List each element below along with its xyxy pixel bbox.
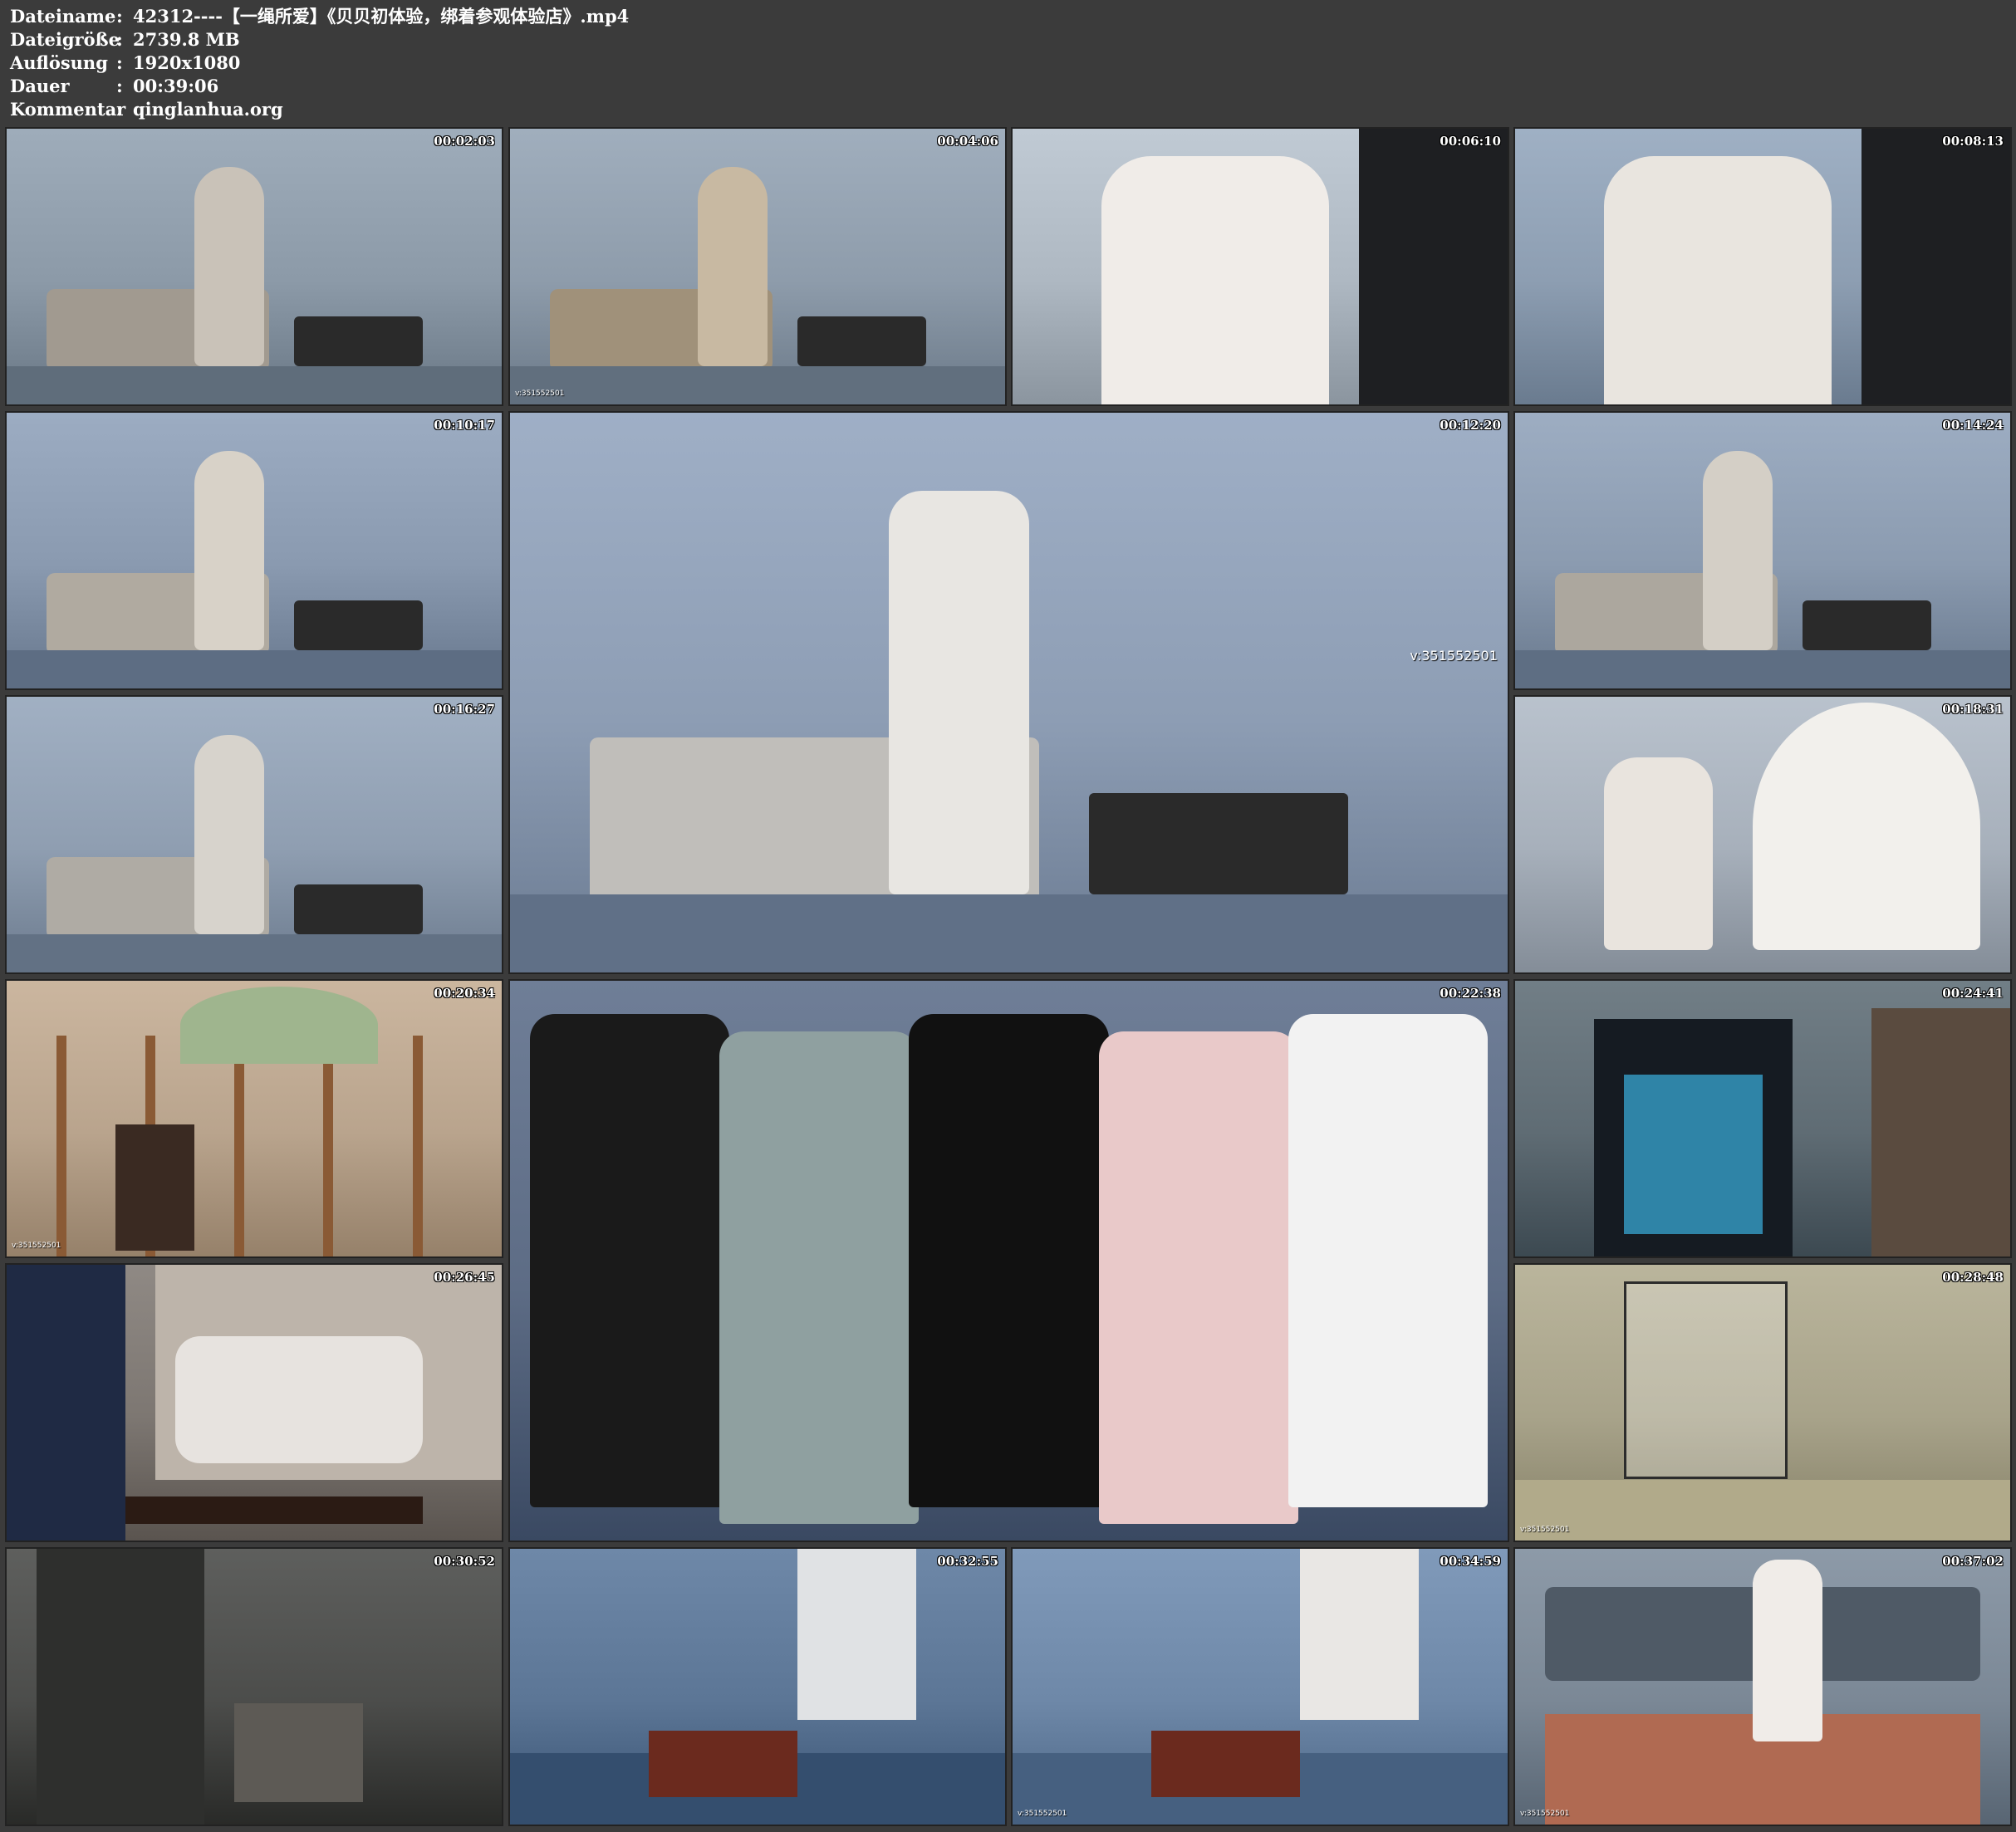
video-thumbnail[interactable]: 00:22:38	[508, 979, 1509, 1542]
table-shape	[797, 316, 926, 366]
person-shape	[1753, 1560, 1822, 1742]
screen-bar	[56, 1036, 66, 1256]
person-shape	[698, 167, 768, 366]
video-thumbnail[interactable]: 00:06:10	[1011, 127, 1509, 406]
screen-bar	[234, 1036, 245, 1256]
thumbnail-timestamp: 00:30:52	[434, 1554, 495, 1569]
thumbnail-timestamp: 00:28:48	[1942, 1270, 2004, 1285]
floor-shape	[510, 894, 1508, 972]
garment-shape	[1288, 1014, 1488, 1507]
thumbnail-timestamp: 00:22:38	[1440, 986, 1501, 1001]
window-shape	[1299, 1549, 1419, 1720]
thumbnail-timestamp: 00:34:59	[1440, 1554, 1501, 1569]
person-shape	[194, 735, 264, 934]
thumbnail-timestamp: 00:14:24	[1942, 418, 2004, 433]
screen-bar	[323, 1036, 334, 1256]
body-shape	[1604, 156, 1832, 404]
dark-figure-shape	[1861, 129, 2010, 404]
door-shape	[36, 1549, 205, 1825]
video-thumbnail[interactable]: 00:12:20 v:351552501	[508, 411, 1509, 974]
furniture-shape	[1150, 1731, 1300, 1797]
thumbnail-watermark: v:351552501	[515, 389, 565, 398]
person-shape	[194, 451, 264, 650]
screen-glow	[1624, 1074, 1763, 1235]
video-thumbnail[interactable]: 00:18:31	[1513, 695, 2012, 974]
floor-shape	[510, 365, 1005, 404]
thumbnail-timestamp: 00:18:31	[1942, 702, 2004, 717]
thumbnail-watermark: v:351552501	[1520, 1810, 1570, 1818]
garment-shape	[530, 1014, 730, 1507]
thumbnail-watermark: v:351552501	[1520, 1526, 1570, 1534]
floor-shape	[7, 649, 502, 688]
thumbnail-watermark: v:351552501	[1018, 1810, 1067, 1818]
table-shape	[1802, 600, 1931, 650]
table-shape	[1088, 793, 1348, 894]
floor-shape	[1515, 1479, 2010, 1541]
video-thumbnail[interactable]: 00:04:06 v:351552501	[508, 127, 1007, 406]
thumbnail-timestamp: 00:06:10	[1440, 134, 1501, 149]
bench-shape	[125, 1496, 423, 1525]
thumbnail-timestamp: 00:12:20	[1440, 418, 1501, 433]
video-thumbnail[interactable]: 00:37:02 v:351552501	[1513, 1547, 2012, 1826]
table-shape	[293, 316, 423, 366]
thumbnail-timestamp: 00:02:03	[434, 134, 495, 149]
painting-shape	[115, 1124, 195, 1252]
window-shape	[797, 1549, 916, 1720]
video-thumbnail[interactable]: 00:34:59 v:351552501	[1011, 1547, 1509, 1826]
video-thumbnail[interactable]: 00:16:27	[5, 695, 503, 974]
shelf-shape	[1871, 1008, 2010, 1256]
video-thumbnail[interactable]: 00:32:55	[508, 1547, 1007, 1826]
umbrella-shape	[179, 986, 378, 1064]
thumbnail-timestamp: 00:20:34	[434, 986, 495, 1001]
person-shape	[174, 1336, 423, 1464]
person-shape	[889, 491, 1029, 894]
thumbnail-timestamp: 00:16:27	[434, 702, 495, 717]
thumbnail-grid: 00:02:03 00:04:06 v:351552501 00:06:10 00:08…	[0, 0, 2016, 1832]
floor-shape	[7, 933, 502, 972]
table-shape	[293, 884, 423, 934]
video-thumbnail[interactable]: 00:20:34 v:351552501	[5, 979, 503, 1258]
thumbnail-timestamp: 00:32:55	[937, 1554, 998, 1569]
rack-shape	[234, 1702, 364, 1803]
curtain-shape	[7, 1265, 126, 1541]
person-shape	[1703, 451, 1773, 650]
video-thumbnail[interactable]: 00:24:41	[1513, 979, 2012, 1258]
thumbnail-timestamp: 00:37:02	[1942, 1554, 2004, 1569]
body-shape	[1101, 156, 1330, 404]
video-thumbnail[interactable]: 00:26:45	[5, 1263, 503, 1542]
fan-shape	[1753, 702, 1981, 951]
video-thumbnail[interactable]: 00:14:24	[1513, 411, 2012, 690]
video-thumbnail[interactable]: 00:08:13	[1513, 127, 2012, 406]
video-thumbnail[interactable]: 00:28:48 v:351552501	[1513, 1263, 2012, 1542]
screen-bar	[412, 1036, 423, 1256]
person-shape	[1604, 757, 1714, 951]
video-thumbnail[interactable]: 00:30:52	[5, 1547, 503, 1826]
thumbnail-timestamp: 00:08:13	[1942, 134, 2004, 149]
furniture-shape	[648, 1731, 797, 1797]
thumbnail-watermark: v:351552501	[1410, 648, 1498, 664]
thumbnail-watermark: v:351552501	[12, 1242, 61, 1250]
thumbnail-timestamp: 00:24:41	[1942, 986, 2004, 1001]
video-thumbnail[interactable]: 00:02:03	[5, 127, 503, 406]
thumbnail-timestamp: 00:10:17	[434, 418, 495, 433]
dark-figure-shape	[1359, 129, 1508, 404]
thumbnail-timestamp: 00:04:06	[937, 134, 998, 149]
table-shape	[293, 600, 423, 650]
garment-shape	[909, 1014, 1109, 1507]
cage-shape	[1624, 1281, 1788, 1480]
floor-shape	[1515, 649, 2010, 688]
garment-shape	[1098, 1031, 1298, 1524]
video-thumbnail[interactable]: 00:10:17	[5, 411, 503, 690]
garment-shape	[719, 1031, 920, 1524]
floor-shape	[7, 365, 502, 404]
thumbnail-timestamp: 00:26:45	[434, 1270, 495, 1285]
person-shape	[194, 167, 264, 366]
